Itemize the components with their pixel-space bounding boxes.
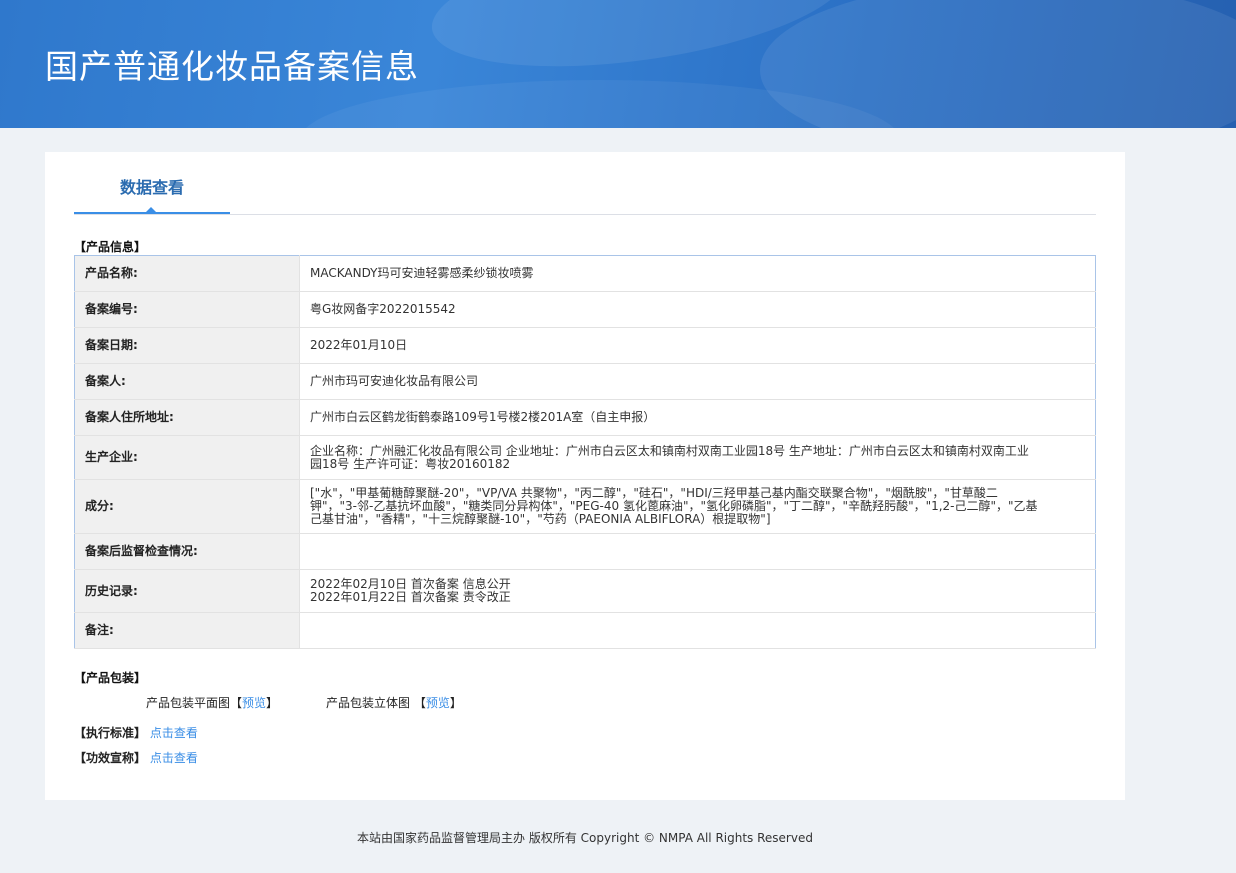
row-value: 广州市玛可安迪化妆品有限公司 — [299, 363, 1096, 400]
packaging-flat: 产品包装平面图【预览】 — [146, 696, 279, 710]
packaging-solid-label: 产品包装立体图 — [326, 696, 414, 710]
standard-label: 【执行标准】 — [74, 726, 147, 740]
row-value: MACKANDY玛可安迪轻雾感柔纱锁妆喷雾 — [299, 255, 1096, 292]
standard-view-link[interactable]: 点击查看 — [150, 726, 198, 740]
table-row: 备案后监督检查情况: — [74, 533, 1096, 570]
table-row: 备案人: 广州市玛可安迪化妆品有限公司 — [74, 363, 1096, 400]
row-label: 备案后监督检查情况: — [74, 533, 300, 570]
product-info-table: 产品名称: MACKANDY玛可安迪轻雾感柔纱锁妆喷雾 备案编号: 粤G妆网备字20… — [74, 255, 1096, 649]
history-value: 2022年02月10日 首次备案 信息公开 2022年01月22日 首次备案 责令… — [299, 569, 1096, 613]
row-label: 成分: — [74, 479, 300, 534]
table-row: 备注: — [74, 612, 1096, 649]
packaging-flat-label: 产品包装平面图 — [146, 696, 231, 710]
page-title: 国产普通化妆品备案信息 — [45, 47, 419, 86]
tab-divider — [74, 214, 1096, 215]
tab-data-view[interactable]: 数据查看 — [74, 174, 230, 214]
flat-preview-link[interactable]: 预览 — [242, 696, 266, 710]
row-label: 产品名称: — [74, 255, 300, 292]
row-label: 备注: — [74, 612, 300, 649]
table-row: 备案人住所地址: 广州市白云区鹤龙街鹤泰路109号1号楼2楼201A室（自主申报） — [74, 399, 1096, 436]
efficacy-view-link[interactable]: 点击查看 — [150, 751, 198, 765]
solid-preview-link[interactable]: 预览 — [426, 696, 450, 710]
content-card: 数据查看 【产品信息】 产品名称: MACKANDY玛可安迪轻雾感柔纱锁妆喷雾 备… — [45, 152, 1125, 800]
table-row: 历史记录: 2022年02月10日 首次备案 信息公开 2022年01月22日 首次… — [74, 569, 1096, 613]
packaging-heading: 【产品包装】 — [74, 671, 147, 685]
table-row: 产品名称: MACKANDY玛可安迪轻雾感柔纱锁妆喷雾 — [74, 255, 1096, 292]
row-label: 备案日期: — [74, 327, 300, 364]
row-value — [299, 533, 1096, 570]
row-value: ["水"，"甲基葡糖醇聚醚-20"，"VP/VA 共聚物"，"丙二醇"，"硅石"… — [299, 479, 1096, 534]
row-label: 备案人住所地址: — [74, 399, 300, 436]
table-row: 生产企业: 企业名称：广州融汇化妆品有限公司 企业地址：广州市白云区太和镇南村双南… — [74, 435, 1096, 480]
row-label: 生产企业: — [74, 435, 300, 480]
row-value: 广州市白云区鹤龙街鹤泰路109号1号楼2楼201A室（自主申报） — [299, 399, 1096, 436]
table-row: 备案日期: 2022年01月10日 — [74, 327, 1096, 364]
row-value: 粤G妆网备字2022015542 — [299, 291, 1096, 328]
history-entry: 2022年01月22日 首次备案 责令改正 — [310, 590, 511, 604]
packaging-solid: 产品包装立体图 【预览】 — [326, 696, 462, 710]
row-label: 备案编号: — [74, 291, 300, 328]
page-header: 国产普通化妆品备案信息 — [0, 0, 1236, 128]
row-value — [299, 612, 1096, 649]
row-label: 备案人: — [74, 363, 300, 400]
table-row: 备案编号: 粤G妆网备字2022015542 — [74, 291, 1096, 328]
table-row: 成分: ["水"，"甲基葡糖醇聚醚-20"，"VP/VA 共聚物"，"丙二醇"，"… — [74, 479, 1096, 534]
row-value: 2022年01月10日 — [299, 327, 1096, 364]
row-label: 历史记录: — [74, 569, 300, 613]
product-info-heading: 【产品信息】 — [74, 240, 147, 254]
efficacy-label: 【功效宣称】 — [74, 751, 147, 765]
footer-copyright: 本站由国家药品监督管理局主办 版权所有 Copyright © NMPA All… — [357, 831, 813, 845]
row-value: 企业名称：广州融汇化妆品有限公司 企业地址：广州市白云区太和镇南村双南工业园18… — [299, 435, 1096, 480]
